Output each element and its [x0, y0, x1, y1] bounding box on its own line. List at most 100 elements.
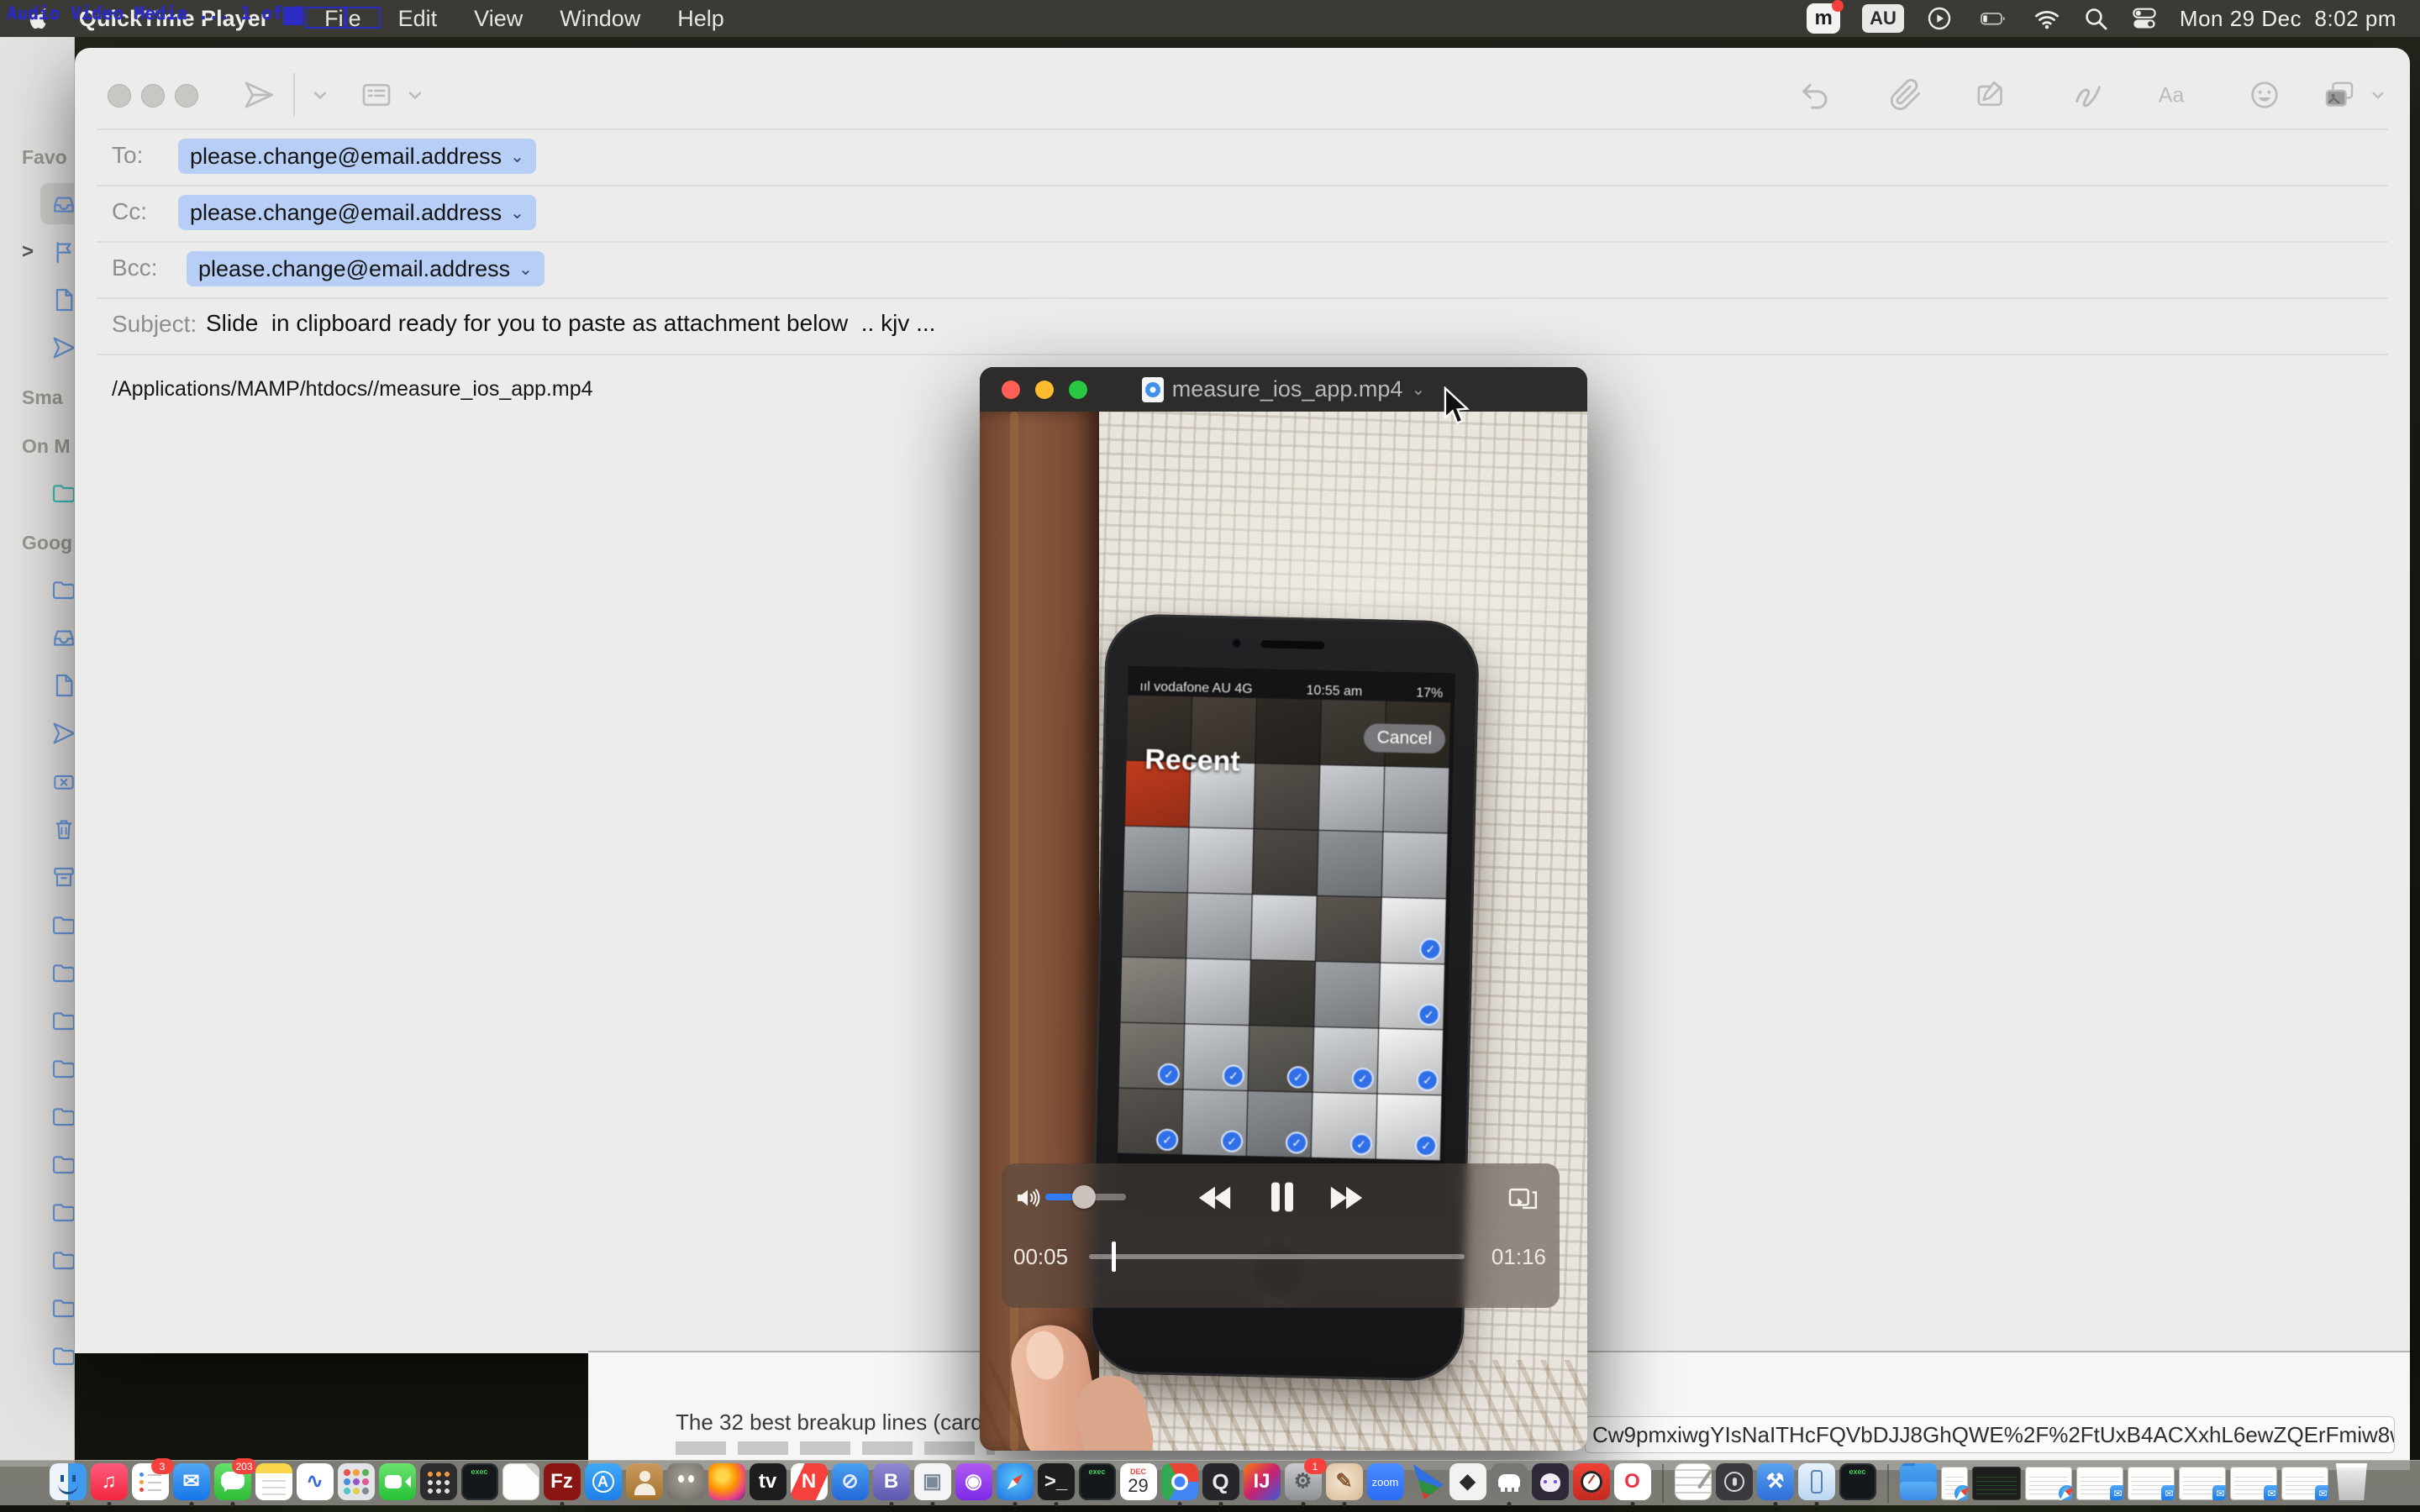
dock-item-news[interactable]: N: [791, 1462, 828, 1504]
minimized-dialog-icon[interactable]: [2025, 1467, 2072, 1500]
sidebar-item-folder[interactable]: [0, 1284, 74, 1331]
launchpad-icon[interactable]: [338, 1463, 375, 1500]
keypad-app-icon[interactable]: [420, 1463, 457, 1500]
video-frame[interactable]: ✓✓✓✓✓✓✓✓✓✓✓✓ ııl vodafone AU 4G 10:55 am…: [980, 412, 1587, 1451]
minimized-mail-1-icon[interactable]: ✉: [2076, 1467, 2123, 1500]
dock-item-chrome[interactable]: [1161, 1462, 1198, 1504]
music-icon[interactable]: ♫: [91, 1463, 128, 1500]
dock-item-minimized-mail-5[interactable]: ✉: [2281, 1462, 2328, 1504]
markup-button[interactable]: [1974, 78, 2007, 112]
dock-item-mamp[interactable]: [1491, 1462, 1528, 1504]
close-button[interactable]: [108, 84, 131, 108]
sidebar-item-folder[interactable]: [0, 1331, 74, 1379]
battery-icon[interactable]: [1975, 5, 2012, 32]
accessibility-inspector-icon[interactable]: [1716, 1463, 1753, 1500]
contacts-icon[interactable]: [626, 1463, 663, 1500]
filezilla-icon[interactable]: Fz: [544, 1463, 581, 1500]
sidebar-item-junk[interactable]: [0, 757, 74, 805]
sidebar-item-flag[interactable]: >: [0, 228, 74, 276]
app-store-icon[interactable]: A: [585, 1463, 622, 1500]
gimp-icon[interactable]: [667, 1463, 704, 1500]
zoom-button[interactable]: [175, 84, 198, 108]
format-button[interactable]: Aa: [2154, 78, 2188, 112]
calendar-icon[interactable]: DEC29: [1120, 1463, 1157, 1500]
podcasts-icon[interactable]: ◉: [955, 1463, 992, 1500]
blank-document-icon[interactable]: [502, 1463, 539, 1500]
volume-slider[interactable]: [1045, 1194, 1126, 1200]
dock-item-gimp[interactable]: [667, 1462, 704, 1504]
wave-app-icon[interactable]: ∿: [297, 1463, 334, 1500]
attach-button[interactable]: [1889, 78, 1923, 112]
dock-item-trash[interactable]: [2333, 1462, 2371, 1504]
dock-item-messages[interactable]: 203: [214, 1462, 251, 1504]
input-source-badge[interactable]: AU: [1862, 4, 1904, 33]
message-body[interactable]: /Applications/MAMP/htdocs//measure_ios_a…: [112, 377, 593, 402]
minimized-safari-page-icon[interactable]: [1941, 1467, 1968, 1500]
send-button[interactable]: [242, 78, 276, 112]
recipient-token[interactable]: please.change@email.address⌄: [178, 139, 536, 174]
zoom-icon[interactable]: zoom: [1367, 1463, 1404, 1500]
sidebar-item-folder[interactable]: [0, 1236, 74, 1284]
dock-item-app-store[interactable]: A: [585, 1462, 622, 1504]
menu-clock[interactable]: Mon 29 Dec 8:02 pm: [2180, 6, 2396, 32]
dock-item-cat-app[interactable]: [1532, 1462, 1569, 1504]
dock-item-quicktime-player[interactable]: Q: [1202, 1462, 1239, 1504]
window-title[interactable]: measure_ios_app.mp4: [1172, 376, 1403, 402]
sidebar-item-folder[interactable]: [0, 565, 74, 613]
dock-item-textedit[interactable]: [1675, 1462, 1712, 1504]
minimized-mail-5-icon[interactable]: ✉: [2281, 1467, 2328, 1500]
dock-item-kite-app[interactable]: [1408, 1462, 1445, 1504]
sidebar-item-inbox[interactable]: [0, 613, 74, 661]
mail-icon[interactable]: ✉: [173, 1463, 210, 1500]
sidebar-item-trash[interactable]: [0, 805, 74, 853]
disclosure-chevron[interactable]: >: [22, 240, 34, 264]
minimized-mail-2-icon[interactable]: ✉: [2128, 1467, 2175, 1500]
menu-edit[interactable]: Edit: [398, 6, 438, 31]
simulator-icon[interactable]: [1798, 1463, 1835, 1500]
header-fields-button[interactable]: [360, 78, 393, 112]
dock-item-facetime[interactable]: [379, 1462, 416, 1504]
title-chevron-icon[interactable]: ⌄: [1411, 379, 1425, 400]
dock-item-downloads-folder[interactable]: [1900, 1462, 1937, 1504]
dock-item-intellij-idea[interactable]: IJ: [1244, 1462, 1281, 1504]
exec-terminal-2-icon[interactable]: exec: [1079, 1463, 1116, 1500]
emoji-button[interactable]: [2248, 78, 2281, 112]
address-row[interactable]: To:please.change@email.address⌄: [97, 129, 2388, 186]
finder-icon[interactable]: [50, 1463, 87, 1500]
dock-item-palette-app[interactable]: ✎: [1326, 1462, 1363, 1504]
exec-terminal-icon[interactable]: exec: [461, 1463, 498, 1500]
rewind-button[interactable]: [1195, 1179, 1234, 1217]
dock-item-opera[interactable]: O: [1614, 1462, 1651, 1504]
compose-titlebar[interactable]: Aa: [75, 48, 2410, 129]
fast-forward-button[interactable]: [1328, 1179, 1366, 1217]
news-icon[interactable]: N: [791, 1463, 828, 1500]
dock-item-apple-tv[interactable]: tv: [750, 1462, 786, 1504]
recipient-token[interactable]: please.change@email.address⌄: [187, 251, 544, 286]
sidebar-item-folder[interactable]: [0, 948, 74, 996]
menu-extra-app-icon[interactable]: m: [1807, 3, 1840, 34]
terminal-icon[interactable]: >_: [1038, 1463, 1075, 1500]
palette-app-icon[interactable]: ✎: [1326, 1463, 1363, 1500]
dock-item-blank-document[interactable]: [502, 1462, 539, 1504]
dock-item-system-settings[interactable]: ⚙1: [1285, 1462, 1322, 1504]
pip-button[interactable]: [1506, 1182, 1539, 1215]
dock-item-terminal[interactable]: >_: [1038, 1462, 1075, 1504]
subject-row[interactable]: Subject: Slide in clipboard ready for yo…: [97, 299, 2388, 355]
trash-icon[interactable]: [2333, 1463, 2371, 1500]
downloads-folder-icon[interactable]: [1900, 1463, 1937, 1500]
apple-tv-icon[interactable]: tv: [750, 1463, 786, 1500]
dock-item-mail[interactable]: ✉: [173, 1462, 210, 1504]
dock-item-accessibility-inspector[interactable]: [1716, 1462, 1753, 1504]
inkscape-icon[interactable]: ◆: [1449, 1463, 1486, 1500]
sidebar-item-folder[interactable]: [0, 469, 74, 517]
wifi-icon[interactable]: [2033, 5, 2060, 32]
dock-item-reminders[interactable]: 3: [132, 1462, 169, 1504]
sidebar-item-folder[interactable]: [0, 1092, 74, 1140]
quicktime-titlebar[interactable]: measure_ios_app.mp4 ⌄: [980, 367, 1587, 412]
exec-terminal-3-icon[interactable]: exec: [1839, 1463, 1876, 1500]
sidebar-item-folder[interactable]: [0, 900, 74, 948]
search-icon[interactable]: [2082, 5, 2109, 32]
dock-item-wave-app[interactable]: ∿: [297, 1462, 334, 1504]
sidebar-item-archive[interactable]: [0, 853, 74, 900]
xcode-icon[interactable]: ⚒: [1757, 1463, 1794, 1500]
